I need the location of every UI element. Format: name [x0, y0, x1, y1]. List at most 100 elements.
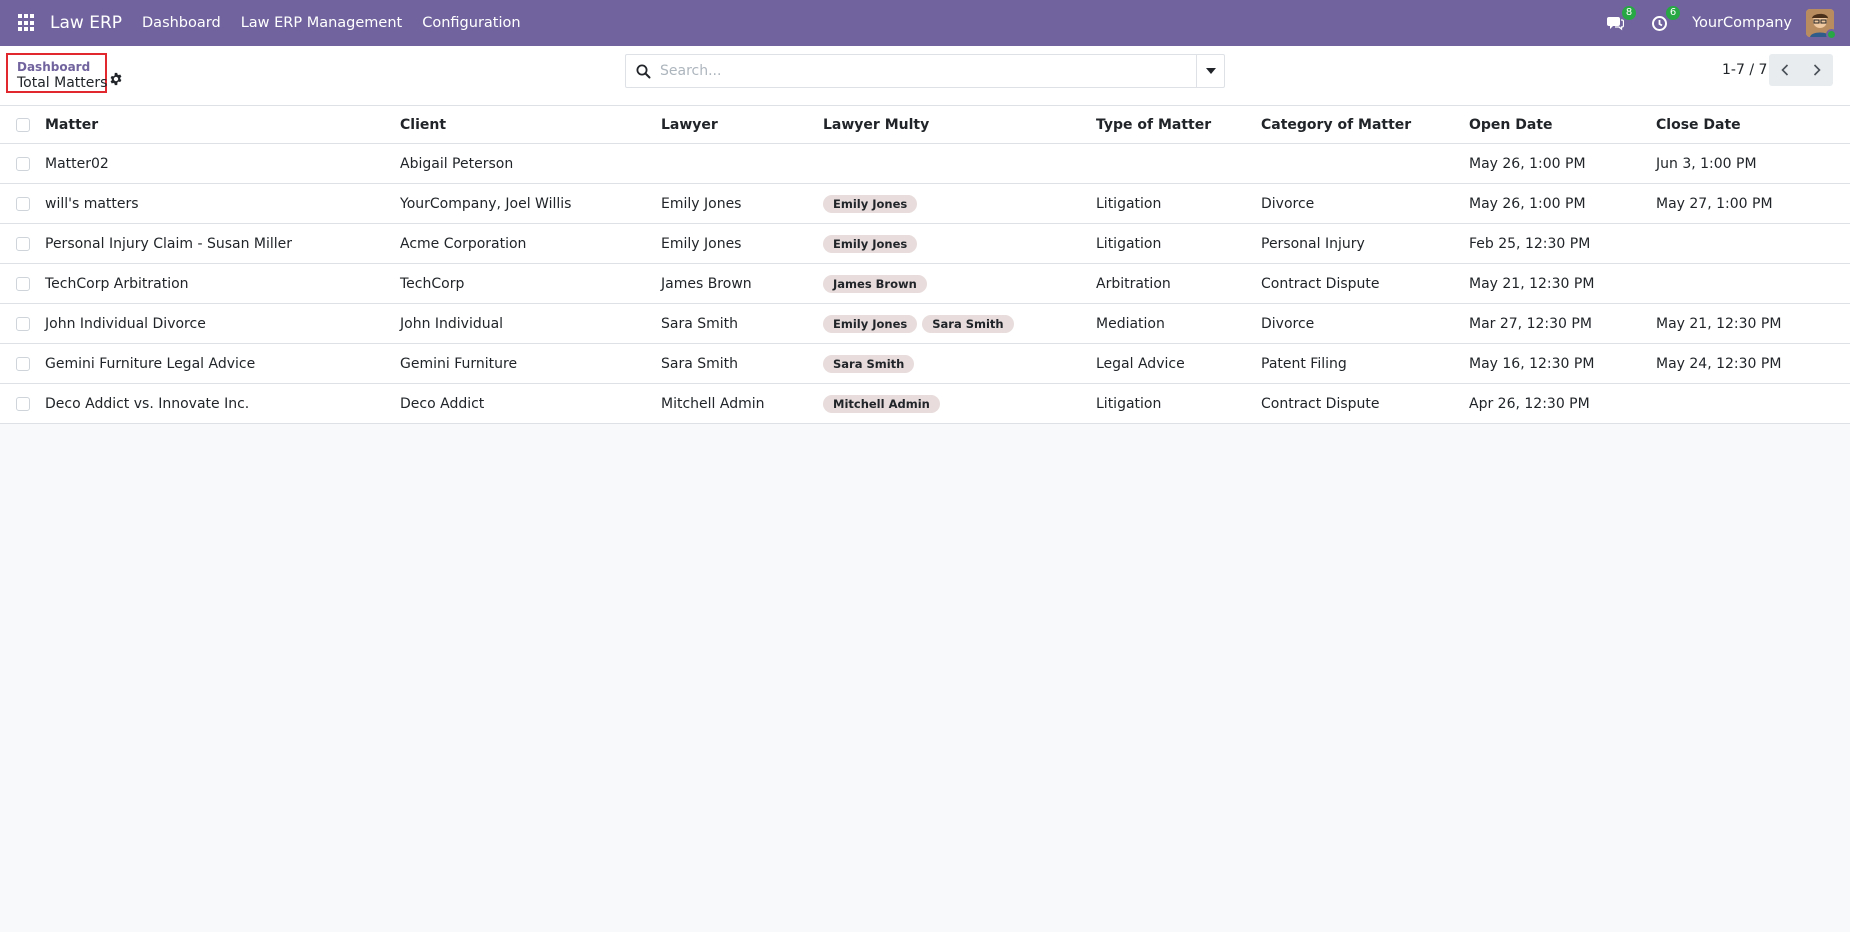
table-body: Matter02 Abigail Peterson May 26, 1:00 PM J… — [0, 144, 1850, 424]
column-header-client[interactable]: Client — [400, 106, 446, 143]
cell-open-date: Feb 25, 12:30 PM — [1469, 235, 1591, 252]
lawyer-tag: Emily Jones — [823, 194, 918, 213]
breadcrumb-dashboard-link[interactable]: Dashboard — [17, 60, 90, 74]
cell-type: Mediation — [1096, 315, 1165, 332]
user-avatar[interactable] — [1806, 9, 1837, 40]
lawyer-tag: Sara Smith — [823, 354, 915, 373]
cell-client: Deco Addict — [400, 395, 485, 412]
cell-close-date: May 21, 12:30 PM — [1656, 315, 1782, 332]
cell-matter: TechCorp Arbitration — [45, 275, 189, 292]
cell-lawyer: Emily Jones — [661, 195, 742, 212]
row-checkbox[interactable] — [16, 396, 30, 411]
cell-category: Personal Injury — [1261, 235, 1365, 252]
cell-type: Legal Advice — [1096, 355, 1185, 372]
table-row[interactable]: John Individual Divorce John Individual Sa… — [0, 304, 1850, 344]
lawyer-tag: James Brown — [823, 274, 927, 293]
systray: 8 6 YourCompany — [1604, 0, 1850, 46]
select-all-checkbox[interactable] — [16, 117, 30, 132]
chevron-left-icon — [1781, 64, 1789, 76]
table-header: Matter Client Lawyer Lawyer Multy Type o… — [0, 106, 1850, 144]
column-header-lawyer-multy[interactable]: Lawyer Multy — [823, 106, 929, 143]
gear-icon[interactable] — [109, 72, 123, 86]
row-checkbox[interactable] — [16, 356, 30, 371]
row-checkbox[interactable] — [16, 196, 30, 211]
cell-lawyer-multy: Sara Smith — [823, 344, 915, 383]
lawyer-tag: Emily Jones — [823, 314, 918, 333]
page-title: Total Matters — [17, 75, 108, 91]
table-row[interactable]: TechCorp Arbitration TechCorp James Brown J… — [0, 264, 1850, 304]
clock-icon — [1651, 15, 1667, 31]
menu-configuration[interactable]: Configuration — [422, 15, 520, 31]
cell-client: YourCompany, Joel Willis — [400, 195, 572, 212]
column-header-close-date[interactable]: Close Date — [1656, 106, 1741, 143]
cell-open-date: May 16, 12:30 PM — [1469, 355, 1595, 372]
row-checkbox[interactable] — [16, 316, 30, 331]
activities-button[interactable]: 6 — [1648, 6, 1681, 34]
search-bar — [625, 54, 1225, 88]
pager-next-button[interactable] — [1801, 54, 1833, 86]
column-header-matter[interactable]: Matter — [45, 106, 98, 143]
cell-open-date: May 26, 1:00 PM — [1469, 155, 1586, 172]
cell-lawyer-multy: James Brown — [823, 264, 927, 303]
lawyer-tag: Sara Smith — [922, 314, 1014, 333]
cell-client: Abigail Peterson — [400, 155, 514, 172]
cell-type: Litigation — [1096, 195, 1162, 212]
pager-previous-button[interactable] — [1769, 54, 1801, 86]
cell-lawyer-multy: Emily Jones — [823, 224, 918, 263]
column-header-type[interactable]: Type of Matter — [1096, 106, 1211, 143]
lawyer-tag: Emily Jones — [823, 234, 918, 253]
column-header-lawyer[interactable]: Lawyer — [661, 106, 718, 143]
cell-close-date: May 27, 1:00 PM — [1656, 195, 1773, 212]
cell-matter: will's matters — [45, 195, 139, 212]
cell-matter: Matter02 — [45, 155, 109, 172]
online-status-dot — [1826, 29, 1837, 40]
caret-down-icon — [1205, 68, 1216, 74]
top-navbar: Law ERP Dashboard Law ERP Management Con… — [0, 0, 1850, 46]
cell-client: John Individual — [400, 315, 504, 332]
column-header-category[interactable]: Category of Matter — [1261, 106, 1411, 143]
cell-category: Contract Dispute — [1261, 275, 1380, 292]
search-input[interactable] — [660, 55, 1196, 87]
cell-type: Litigation — [1096, 395, 1162, 412]
table-row[interactable]: will's matters YourCompany, Joel Willis Em… — [0, 184, 1850, 224]
cell-lawyer: Sara Smith — [661, 315, 739, 332]
chevron-right-icon — [1813, 64, 1821, 76]
table-row[interactable]: Deco Addict vs. Innovate Inc. Deco Addict… — [0, 384, 1850, 424]
search-icon — [626, 55, 660, 87]
table-row[interactable]: Matter02 Abigail Peterson May 26, 1:00 PM J… — [0, 144, 1850, 184]
company-switcher[interactable]: YourCompany — [1692, 15, 1792, 31]
pager-value[interactable]: 1-7 / 7 — [1722, 62, 1767, 78]
cell-category: Patent Filing — [1261, 355, 1347, 372]
control-panel: Dashboard Total Matters 1-7 / 7 — [0, 46, 1850, 106]
messages-count-badge: 8 — [1622, 6, 1637, 20]
row-checkbox[interactable] — [16, 156, 30, 171]
row-checkbox[interactable] — [16, 276, 30, 291]
cell-matter: Gemini Furniture Legal Advice — [45, 355, 256, 372]
cell-client: Acme Corporation — [400, 235, 527, 252]
cell-category: Divorce — [1261, 195, 1315, 212]
cell-lawyer-multy: Mitchell Admin — [823, 384, 940, 423]
cell-lawyer-multy: Emily Jones — [823, 184, 918, 223]
menu-law-erp-management[interactable]: Law ERP Management — [241, 15, 403, 31]
activities-count-badge: 6 — [1666, 6, 1681, 20]
search-options-toggle[interactable] — [1196, 55, 1224, 87]
cell-lawyer-multy: Emily Jones Sara Smith — [823, 304, 1014, 343]
table-row[interactable]: Personal Injury Claim - Susan Miller Acme… — [0, 224, 1850, 264]
cell-type: Arbitration — [1096, 275, 1171, 292]
messages-button[interactable]: 8 — [1604, 6, 1637, 34]
column-header-open-date[interactable]: Open Date — [1469, 106, 1553, 143]
cell-close-date: May 24, 12:30 PM — [1656, 355, 1782, 372]
cell-matter: Deco Addict vs. Innovate Inc. — [45, 395, 250, 412]
cell-open-date: May 21, 12:30 PM — [1469, 275, 1595, 292]
chat-icon — [1607, 17, 1625, 31]
cell-open-date: Apr 26, 12:30 PM — [1469, 395, 1590, 412]
matters-list: Matter Client Lawyer Lawyer Multy Type o… — [0, 106, 1850, 424]
cell-type: Litigation — [1096, 235, 1162, 252]
apps-grid-icon[interactable] — [18, 14, 36, 32]
table-row[interactable]: Gemini Furniture Legal Advice Gemini Furn… — [0, 344, 1850, 384]
cell-lawyer: Sara Smith — [661, 355, 739, 372]
app-brand[interactable]: Law ERP — [50, 13, 122, 33]
row-checkbox[interactable] — [16, 236, 30, 251]
breadcrumb: Dashboard Total Matters — [6, 53, 107, 93]
menu-dashboard[interactable]: Dashboard — [142, 15, 221, 31]
